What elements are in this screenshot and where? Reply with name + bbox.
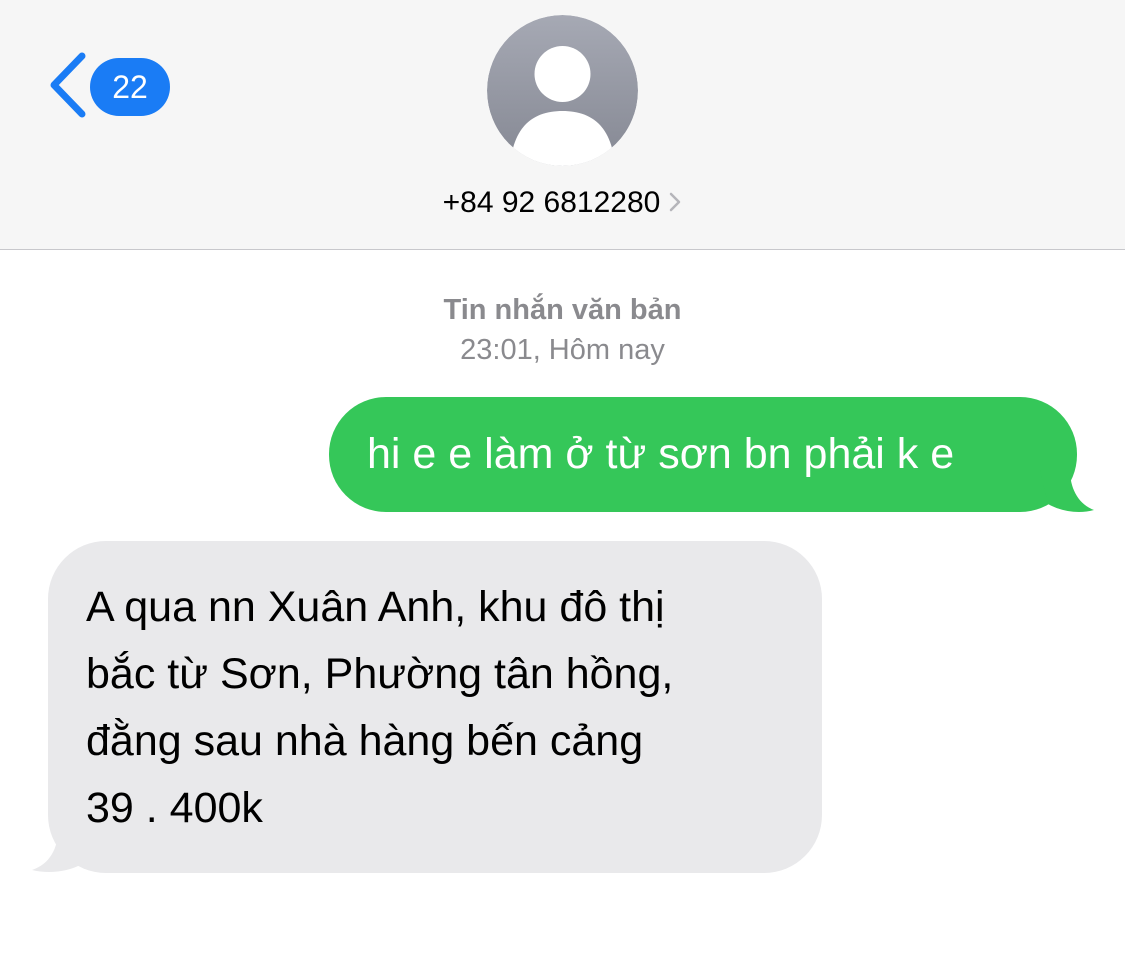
- message-type-label: Tin nhắn văn bản: [443, 294, 682, 326]
- sent-message-bubble[interactable]: hi e e làm ở từ sơn bn phải k e: [329, 397, 1077, 512]
- received-bubble-tail: [32, 830, 90, 872]
- chevron-right-icon: [670, 192, 681, 212]
- sent-bubble-tail: [1040, 470, 1094, 512]
- back-button[interactable]: 22: [46, 52, 170, 118]
- conversation-header: 22 +84 92 6812280: [0, 0, 1125, 250]
- person-icon: [487, 15, 638, 166]
- message-timestamp: Tin nhắn văn bản 23:01, Hôm nay: [0, 290, 1125, 370]
- received-message-bubble[interactable]: A qua nn Xuân Anh, khu đô thị bắc từ Sơn…: [48, 541, 822, 873]
- contact-avatar[interactable]: [487, 15, 638, 166]
- received-message-line: bắc từ Sơn, Phường tân hồng,: [86, 650, 674, 698]
- sent-message-text: hi e e làm ở từ sơn bn phải k e: [367, 430, 955, 478]
- received-message-line: đằng sau nhà hàng bến cảng: [86, 717, 644, 765]
- received-message-line: 39 . 400k: [86, 784, 263, 832]
- message-time-label: 23:01, Hôm nay: [460, 334, 665, 366]
- unread-count-badge: 22: [90, 58, 170, 116]
- contact-name-button[interactable]: +84 92 6812280: [0, 182, 1125, 224]
- contact-phone-number: +84 92 6812280: [442, 186, 661, 219]
- received-message-line: A qua nn Xuân Anh, khu đô thị: [86, 583, 665, 631]
- chevron-left-icon: [50, 52, 86, 118]
